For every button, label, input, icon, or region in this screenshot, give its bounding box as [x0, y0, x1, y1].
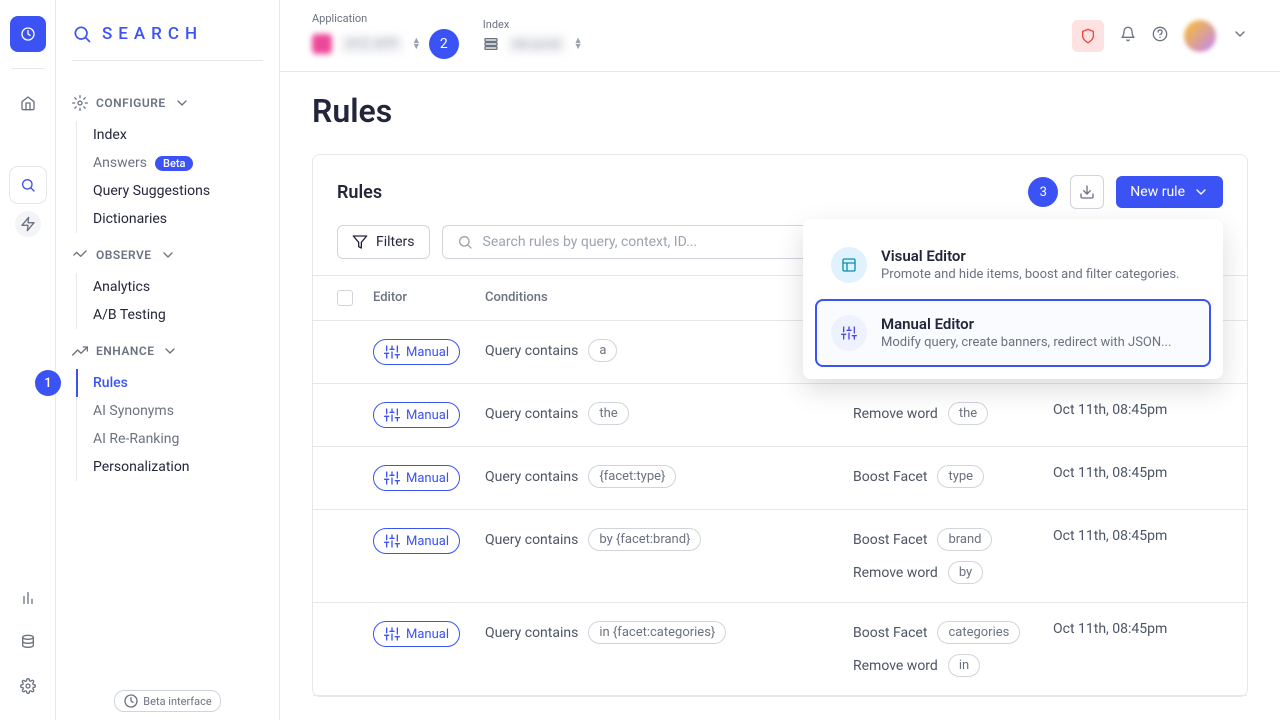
sidebar: SEARCH CONFIGURE IndexAnswers BetaQuery S…: [56, 0, 280, 720]
sidebar-item[interactable]: Answers Beta: [77, 149, 263, 177]
table-row[interactable]: ManualQuery contains{facet:type}Boost Fa…: [313, 447, 1247, 510]
topbar: Application XYZ APP ▲▼ 2 Index idx-prod …: [280, 0, 1280, 72]
search-nav-icon[interactable]: [10, 167, 46, 203]
layout-icon: [831, 247, 867, 283]
boost-icon[interactable]: [15, 211, 41, 237]
chevrons-vertical-icon: ▲▼: [412, 38, 421, 50]
sidebar-group-head[interactable]: ENHANCE: [72, 343, 263, 359]
rules-panel: Rules 3 New rule Visual Editor: [312, 154, 1248, 697]
sidebar-group-head[interactable]: CONFIGURE: [72, 95, 263, 111]
home-icon[interactable]: [10, 85, 46, 121]
app-selector[interactable]: XYZ APP ▲▼ 2: [312, 29, 459, 59]
brand-icon[interactable]: [10, 16, 46, 52]
editor-pill: Manual: [373, 465, 460, 491]
sidebar-item[interactable]: Dictionaries: [77, 205, 263, 233]
help-icon[interactable]: [1152, 26, 1168, 46]
panel-title: Rules: [337, 182, 1016, 203]
index-label: Index: [483, 18, 583, 31]
download-button[interactable]: [1070, 175, 1104, 209]
col-conditions: Conditions: [485, 290, 853, 306]
editor-pill: Manual: [373, 528, 460, 554]
editor-pill: Manual: [373, 402, 460, 428]
index-selector[interactable]: idx-prod ▲▼: [483, 35, 583, 54]
search-icon: [457, 234, 473, 250]
filter-icon: [352, 234, 368, 250]
product-title: SEARCH: [72, 24, 263, 61]
settings-icon[interactable]: [10, 668, 46, 704]
sidebar-item[interactable]: 1Rules: [77, 369, 263, 397]
bell-icon[interactable]: [1120, 26, 1136, 46]
sliders-icon: [384, 407, 400, 423]
table-row[interactable]: ManualQuery containsby {facet:brand}Boos…: [313, 510, 1247, 603]
sliders-icon: [384, 470, 400, 486]
page-title: Rules: [312, 92, 1248, 130]
table-row[interactable]: ManualQuery containsin {facet:categories…: [313, 603, 1247, 696]
new-rule-dropdown: Visual Editor Promote and hide items, bo…: [803, 219, 1223, 379]
beta-interface-pill[interactable]: Beta interface: [114, 690, 220, 712]
select-all-checkbox[interactable]: [337, 290, 353, 306]
sidebar-item[interactable]: AI Re-Ranking: [77, 425, 263, 453]
avatar[interactable]: [1184, 20, 1216, 52]
sidebar-item[interactable]: Analytics: [77, 273, 263, 301]
chevron-down-icon: [162, 343, 178, 359]
col-editor: Editor: [373, 290, 485, 306]
icon-rail: [0, 0, 56, 720]
sidebar-group-head[interactable]: OBSERVE: [72, 247, 263, 263]
chevrons-vertical-icon: ▲▼: [574, 38, 583, 50]
sidebar-item[interactable]: Index: [77, 121, 263, 149]
sliders-icon: [831, 315, 867, 351]
sidebar-item[interactable]: Personalization: [77, 453, 263, 481]
editor-pill: Manual: [373, 621, 460, 647]
sliders-icon: [384, 533, 400, 549]
chevron-down-icon[interactable]: [1232, 26, 1248, 46]
new-rule-button[interactable]: New rule: [1116, 176, 1223, 208]
manual-editor-option[interactable]: Manual Editor Modify query, create banne…: [815, 299, 1211, 367]
chevron-down-icon: [174, 95, 190, 111]
app-label: Application: [312, 12, 459, 25]
sidebar-item[interactable]: Query Suggestions: [77, 177, 263, 205]
visual-editor-option[interactable]: Visual Editor Promote and hide items, bo…: [815, 231, 1211, 299]
app-count: 2: [429, 29, 459, 59]
database-icon[interactable]: [10, 624, 46, 660]
shield-icon[interactable]: [1072, 20, 1104, 52]
table-row[interactable]: ManualQuery containstheRemove wordtheOct…: [313, 384, 1247, 447]
chevron-down-icon: [1193, 184, 1209, 200]
editor-pill: Manual: [373, 339, 460, 365]
rules-count: 3: [1028, 177, 1058, 207]
sidebar-item[interactable]: AI Synonyms: [77, 397, 263, 425]
product-title-text: SEARCH: [102, 24, 203, 44]
filters-button[interactable]: Filters: [337, 225, 430, 259]
stats-icon[interactable]: [10, 580, 46, 616]
chevron-down-icon: [160, 247, 176, 263]
sliders-icon: [384, 344, 400, 360]
sidebar-item[interactable]: A/B Testing: [77, 301, 263, 329]
sliders-icon: [384, 626, 400, 642]
